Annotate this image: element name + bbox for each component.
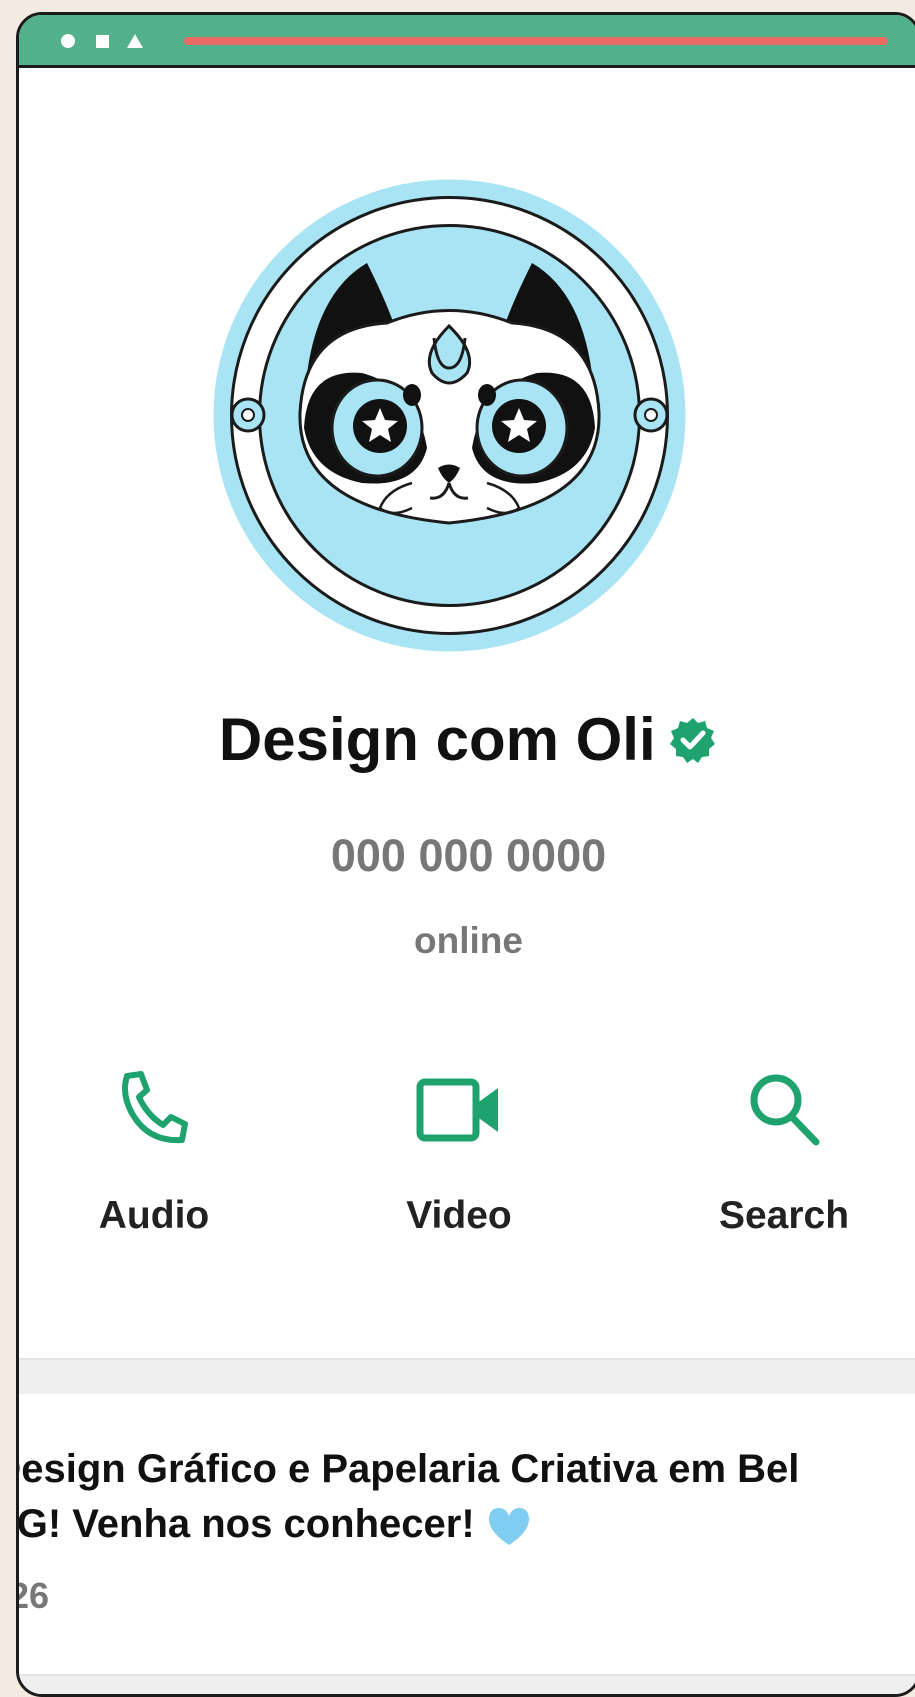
phone-number: 000 000 0000 — [330, 830, 607, 881]
circle-window-control-icon[interactable] — [61, 34, 75, 48]
device-frame: Design com Oli 000 000 0000 online Audio… — [16, 12, 915, 1697]
video-label: Video — [406, 1194, 512, 1237]
square-window-control-icon[interactable] — [96, 35, 109, 48]
video-camera-icon — [416, 1078, 498, 1142]
search-icon — [750, 1074, 820, 1146]
verified-badge-icon — [670, 717, 716, 763]
search-button[interactable]: Search — [664, 1070, 904, 1280]
about-line-1: e Design Gráfico e Papelaria Criativa em… — [16, 1447, 800, 1491]
about-date: 026 — [19, 1575, 50, 1616]
address-bar[interactable] — [184, 37, 888, 45]
presence-status: online — [414, 920, 523, 961]
blue-heart-icon — [488, 1508, 529, 1546]
section-divider — [19, 1358, 915, 1394]
profile-avatar[interactable] — [212, 178, 687, 653]
audio-call-button[interactable]: Audio — [34, 1070, 274, 1280]
phone-icon — [122, 1071, 188, 1144]
window-chrome — [19, 15, 915, 68]
search-label: Search — [718, 1194, 850, 1237]
audio-label: Audio — [98, 1194, 210, 1237]
bottom-divider — [19, 1674, 915, 1694]
triangle-window-control-icon[interactable] — [127, 34, 143, 48]
about-text: e Design Gráfico e Papelaria Criativa em… — [16, 1442, 915, 1552]
profile-name-row: Design com Oli — [19, 705, 915, 774]
profile-name: Design com Oli — [218, 706, 656, 773]
about-line-2: - MG! Venha nos conhecer! — [19, 1497, 915, 1552]
video-call-button[interactable]: Video — [339, 1070, 579, 1280]
